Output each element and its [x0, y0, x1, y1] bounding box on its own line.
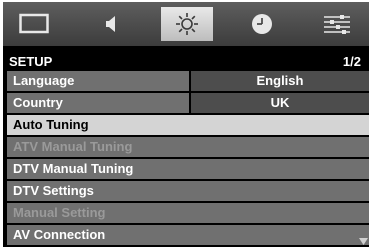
equalizer-icon [324, 15, 350, 34]
menu-item-dtv-manual-tuning[interactable]: DTV Manual Tuning [7, 159, 369, 179]
language-value[interactable]: English [191, 71, 369, 91]
speaker-icon [106, 16, 115, 32]
menu-item-language[interactable]: Language English [7, 71, 369, 91]
menu-item-atv-manual-tuning: ATV Manual Tuning [7, 137, 369, 157]
tab-setup[interactable] [161, 7, 213, 41]
page-indicator: 1/2 [342, 54, 361, 69]
menu-header: SETUP 1/2 [3, 46, 369, 69]
clock-icon [252, 14, 272, 34]
menu-item-dtv-settings[interactable]: DTV Settings [7, 181, 369, 201]
country-value[interactable]: UK [191, 93, 369, 113]
menu-tab-bar [3, 2, 369, 46]
setup-menu-window: SETUP 1/2 Language English Country UK Au… [3, 2, 369, 247]
tab-timer[interactable] [236, 7, 288, 41]
tab-sound[interactable] [85, 7, 137, 41]
menu-item-auto-tuning[interactable]: Auto Tuning [7, 115, 369, 135]
picture-icon [19, 13, 49, 34]
scroll-down-icon[interactable] [357, 235, 369, 247]
chevron-down-icon [358, 237, 368, 245]
tab-picture[interactable] [8, 7, 60, 41]
menu-item-manual-setting: Manual Setting [7, 203, 369, 223]
tab-options[interactable] [311, 7, 363, 41]
language-label: Language [7, 71, 189, 91]
gear-icon [176, 13, 198, 35]
page-title: SETUP [9, 54, 53, 69]
menu-item-country[interactable]: Country UK [7, 93, 369, 113]
country-label: Country [7, 93, 189, 113]
menu-item-av-connection[interactable]: AV Connection [7, 225, 369, 245]
